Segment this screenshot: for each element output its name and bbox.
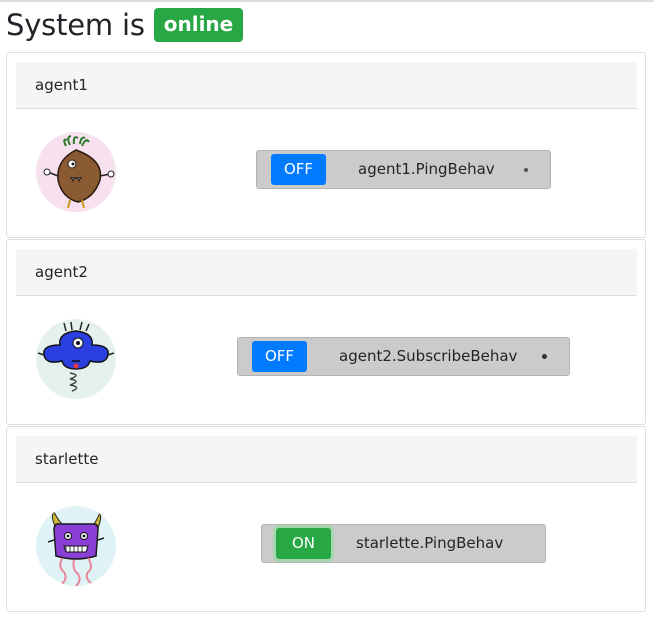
status-dot-icon: [524, 168, 528, 172]
status-badge: online: [153, 8, 244, 42]
behaviour-label: agent1.PingBehav: [358, 160, 495, 178]
agent-name: agent2: [16, 249, 637, 296]
purple-monster-avatar-icon: [36, 506, 116, 586]
page-title: System is: [6, 8, 145, 42]
behaviour-toggle-agent2[interactable]: OFF agent2.SubscribeBehav: [237, 337, 570, 376]
behaviour-state-button[interactable]: ON: [276, 528, 331, 559]
agent-name: starlette: [16, 436, 637, 483]
behaviour-state-button[interactable]: OFF: [252, 341, 307, 372]
agent-card-agent2: agent2 OFF agent2.SubscribeBehav: [6, 239, 646, 425]
status-dot-icon: [542, 354, 547, 359]
blue-monster-avatar-icon: [36, 319, 116, 399]
behaviour-label: starlette.PingBehav: [356, 534, 504, 552]
behaviour-toggle-agent1[interactable]: OFF agent1.PingBehav: [256, 150, 551, 189]
system-status-header: System is online: [6, 6, 244, 44]
behaviour-label: agent2.SubscribeBehav: [339, 347, 518, 365]
top-divider: [0, 0, 654, 2]
agent-card-starlette: starlette ON starlette.PingBehav: [6, 426, 646, 612]
brown-monster-avatar-icon: [36, 132, 116, 212]
agent-name: agent1: [16, 62, 637, 109]
behaviour-state-button[interactable]: OFF: [271, 154, 326, 185]
behaviour-toggle-starlette[interactable]: ON starlette.PingBehav: [261, 524, 546, 563]
agent-card-agent1: agent1 OFF agent1.PingBehav: [6, 52, 646, 238]
